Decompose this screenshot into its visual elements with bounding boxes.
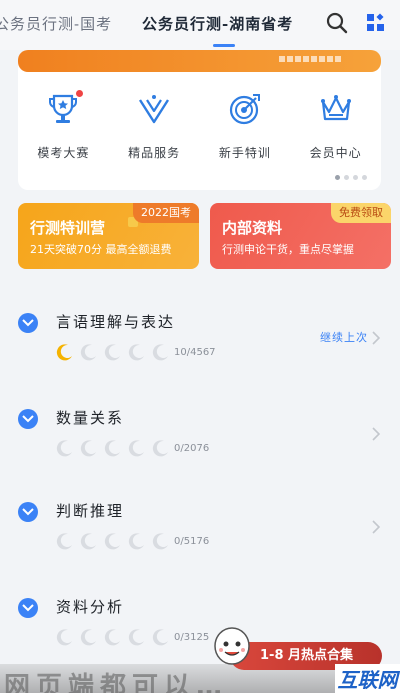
moon-icon xyxy=(80,440,96,457)
moon-icon xyxy=(104,344,120,361)
promo-tag: 免费领取 xyxy=(331,203,391,223)
category-verbal[interactable]: 言语理解与表达 10/4567 继续上次 xyxy=(0,313,400,393)
top-actions xyxy=(326,12,386,34)
target-icon xyxy=(228,92,262,126)
menu-item-member-center[interactable]: 会员中心 xyxy=(290,92,381,161)
active-tab-indicator xyxy=(213,44,235,47)
expand-toggle[interactable] xyxy=(18,313,38,333)
progress-count: 0/5176 xyxy=(174,536,210,547)
watermark-logo: 互联网 xyxy=(335,664,400,693)
progress-count: 10/4567 xyxy=(174,347,216,358)
promo-card-training-camp[interactable]: 行测特训营 21天突破70分 最高全额退费 2022国考 xyxy=(18,203,199,269)
menu-item-mock-exam[interactable]: 模考大赛 xyxy=(18,90,109,161)
promo-card-internal-materials[interactable]: 内部资料 行测申论干货，重点尽掌握 免费领取 xyxy=(210,203,391,269)
progress-count: 0/2076 xyxy=(174,443,210,454)
moon-icon xyxy=(56,533,72,550)
chevron-right-icon[interactable] xyxy=(372,427,380,441)
moon-icon xyxy=(80,344,96,361)
category-reasoning[interactable]: 判断推理 0/5176 xyxy=(0,502,400,582)
menu-item-beginner-training[interactable]: 新手特训 xyxy=(200,92,291,161)
difficulty-moons xyxy=(56,439,170,457)
moon-icon xyxy=(128,629,144,646)
promo-title: 内部资料 xyxy=(222,219,283,237)
moon-icon xyxy=(80,533,96,550)
moon-icon xyxy=(104,533,120,550)
moon-icon xyxy=(104,440,120,457)
expand-toggle[interactable] xyxy=(18,598,38,618)
moon-icon xyxy=(56,629,72,646)
moon-icon xyxy=(104,629,120,646)
moon-icon xyxy=(56,440,72,457)
menu-item-label: 会员中心 xyxy=(309,146,362,160)
moon-icon xyxy=(128,344,144,361)
category-title: 资料分析 xyxy=(56,598,125,616)
chevron-right-icon[interactable] xyxy=(372,331,380,345)
menu-item-label: 精品服务 xyxy=(128,146,181,160)
moon-icon xyxy=(128,533,144,550)
notification-dot xyxy=(76,90,84,97)
menu-item-label: 模考大赛 xyxy=(37,146,90,160)
moon-icon xyxy=(152,344,168,361)
category-quantitative[interactable]: 数量关系 0/2076 xyxy=(0,409,400,489)
progress-count: 0/3125 xyxy=(174,632,210,643)
top-bar: 公务员行测-国考 公务员行测-湖南省考 xyxy=(0,0,400,50)
menu-items: 模考大赛 精品服务 新手特训 会员中心 xyxy=(18,90,381,161)
menu-item-premium-service[interactable]: 精品服务 xyxy=(109,92,200,161)
promo-tag: 2022国考 xyxy=(133,203,199,223)
category-title: 数量关系 xyxy=(56,409,125,427)
grid-menu-icon[interactable] xyxy=(366,13,386,33)
tab-hunan-exam[interactable]: 公务员行测-湖南省考 xyxy=(142,13,293,34)
mascot-icon[interactable] xyxy=(212,624,252,668)
difficulty-moons xyxy=(56,628,170,646)
crown-v-icon xyxy=(137,92,171,126)
moon-icon xyxy=(152,533,168,550)
menu-item-label: 新手特训 xyxy=(218,146,271,160)
quick-menu-card: 模考大赛 精品服务 新手特训 会员中心 xyxy=(18,50,381,190)
expand-toggle[interactable] xyxy=(18,502,38,522)
category-title: 判断推理 xyxy=(56,502,125,520)
continue-link[interactable]: 继续上次 xyxy=(320,329,368,345)
top-banner[interactable] xyxy=(18,50,381,72)
moon-icon xyxy=(152,440,168,457)
banner-dots xyxy=(279,56,341,62)
moon-icon xyxy=(56,344,72,361)
crown-icon xyxy=(319,92,353,126)
trophy-icon xyxy=(46,90,84,126)
bottom-caption: 网页端都可以… xyxy=(4,672,229,693)
search-icon[interactable] xyxy=(326,12,348,34)
category-title: 言语理解与表达 xyxy=(56,313,176,331)
moon-icon xyxy=(80,629,96,646)
moon-icon xyxy=(128,440,144,457)
expand-toggle[interactable] xyxy=(18,409,38,429)
promo-subtitle: 行测申论干货，重点尽掌握 xyxy=(222,243,354,256)
menu-pager xyxy=(335,175,367,180)
difficulty-moons xyxy=(56,532,170,550)
promo-subtitle: 21天突破70分 最高全额退费 xyxy=(30,243,172,256)
moon-icon xyxy=(152,629,168,646)
chevron-right-icon[interactable] xyxy=(372,520,380,534)
promo-title: 行测特训营 xyxy=(30,219,106,237)
difficulty-moons xyxy=(56,343,170,361)
tab-national-exam[interactable]: 公务员行测-国考 xyxy=(0,13,112,34)
exam-tabs: 公务员行测-国考 公务员行测-湖南省考 xyxy=(0,0,312,50)
